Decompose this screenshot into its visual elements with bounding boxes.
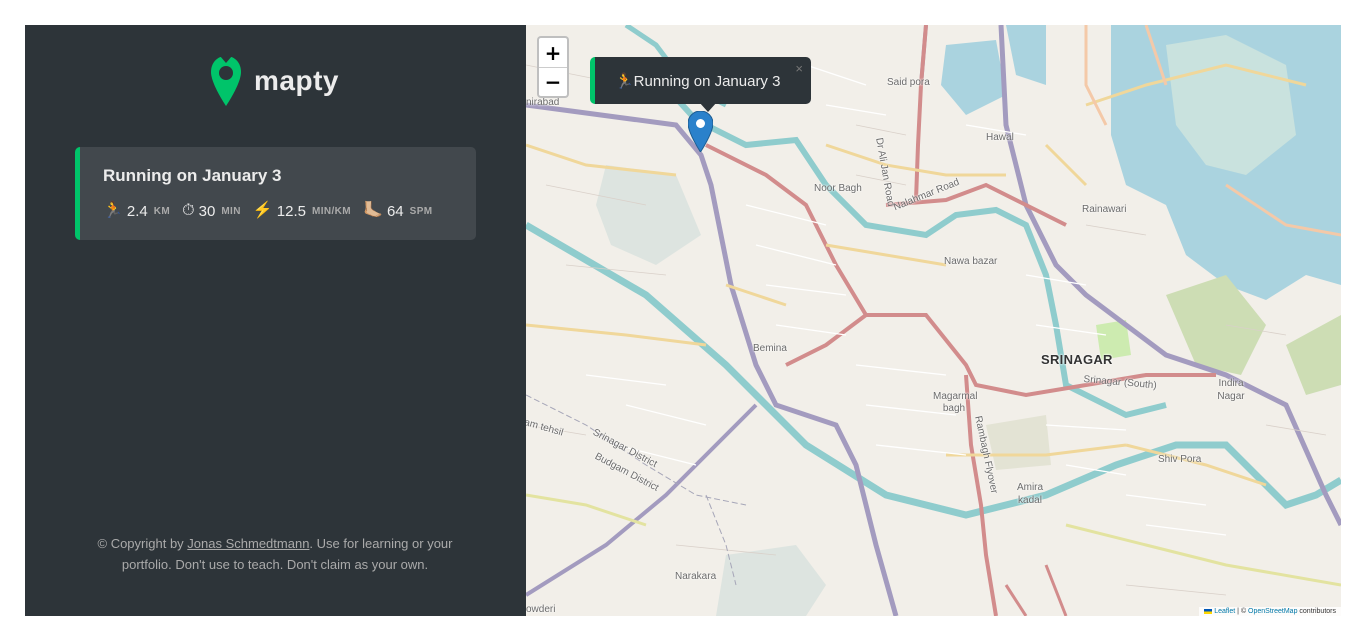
map-tiles[interactable]: [526, 25, 1341, 616]
popup-close-icon[interactable]: ×: [795, 61, 803, 76]
place-label: owderi: [526, 604, 556, 615]
distance-value: 2.4: [126, 202, 148, 220]
map-attribution: Leaflet | © OpenStreetMap contributors: [1199, 607, 1341, 616]
map-pin-logo-icon: [211, 56, 241, 106]
zoom-in-button[interactable]: +: [539, 38, 567, 67]
place-label: nirabad: [526, 97, 560, 108]
copyright-prefix: © Copyright by: [97, 536, 184, 551]
sidebar: mapty Running on January 3 🏃 2.4 KM ⏱ 30…: [25, 25, 526, 616]
leaflet-link[interactable]: Leaflet: [1214, 608, 1235, 615]
workout-card[interactable]: Running on January 3 🏃 2.4 KM ⏱ 30 MIN ⚡…: [75, 147, 476, 240]
place-label: Hawal: [986, 132, 1014, 143]
place-label: Noor Bagh: [814, 183, 862, 194]
openstreetmap-link[interactable]: OpenStreetMap: [1248, 608, 1297, 615]
runner-icon: 🏃: [103, 202, 123, 219]
cadence-unit: SPM: [409, 205, 433, 217]
cadence-value: 64: [386, 202, 404, 220]
ukraine-flag-icon: [1204, 608, 1213, 614]
popup-text: 🏃Running on January 3: [615, 73, 781, 90]
place-label: Said pora: [887, 77, 930, 88]
logo: mapty: [210, 55, 339, 107]
duration-unit: MIN: [221, 205, 241, 217]
foot-icon: 🦶🏼: [363, 202, 383, 219]
distance-unit: KM: [153, 205, 171, 217]
duration-value: 30: [198, 202, 216, 220]
copyright-text: © Copyright by Jonas Schmedtmann. Use fo…: [85, 533, 465, 575]
attribution-suffix: contributors: [1297, 608, 1336, 615]
workout-details: 🏃 2.4 KM ⏱ 30 MIN ⚡️ 12.5 MIN/KM 🦶🏼 64 S…: [103, 202, 433, 220]
place-label: Narakara: [675, 571, 717, 582]
logo-text: mapty: [254, 65, 339, 96]
stopwatch-icon: ⏱: [182, 202, 195, 219]
workout-detail-pace: ⚡️ 12.5 MIN/KM: [253, 202, 351, 220]
workout-detail-duration: ⏱ 30 MIN: [182, 202, 241, 220]
place-label: Shiv Pora: [1158, 454, 1202, 465]
place-label: Amira kadal: [1016, 482, 1044, 506]
workout-detail-cadence: 🦶🏼 64 SPM: [363, 202, 432, 220]
map[interactable]: Said pora Hawal Noor Bagh Dr Ali Jan Roa…: [526, 25, 1341, 616]
map-marker-icon[interactable]: [688, 111, 713, 152]
author-link[interactable]: Jonas Schmedtmann: [187, 536, 309, 551]
attribution-separator: | ©: [1235, 608, 1249, 615]
zoom-out-button[interactable]: −: [539, 67, 567, 96]
pace-value: 12.5: [276, 202, 306, 220]
zoom-control: + −: [537, 36, 569, 98]
workout-detail-distance: 🏃 2.4 KM: [103, 202, 170, 220]
workout-popup[interactable]: 🏃Running on January 3 ×: [590, 57, 811, 112]
app: mapty Running on January 3 🏃 2.4 KM ⏱ 30…: [25, 25, 1341, 616]
place-label: Bemina: [753, 343, 787, 354]
place-label: Magarmal bagh: [933, 391, 978, 414]
workout-title: Running on January 3: [103, 166, 282, 185]
pace-unit: MIN/KM: [311, 205, 352, 217]
lightning-icon: ⚡️: [252, 202, 273, 219]
place-label: Indira Nagar: [1217, 378, 1245, 402]
place-label: SRINAGAR: [1041, 352, 1113, 367]
place-label: Nawa bazar: [944, 256, 998, 267]
place-label: Rainawari: [1082, 204, 1127, 215]
